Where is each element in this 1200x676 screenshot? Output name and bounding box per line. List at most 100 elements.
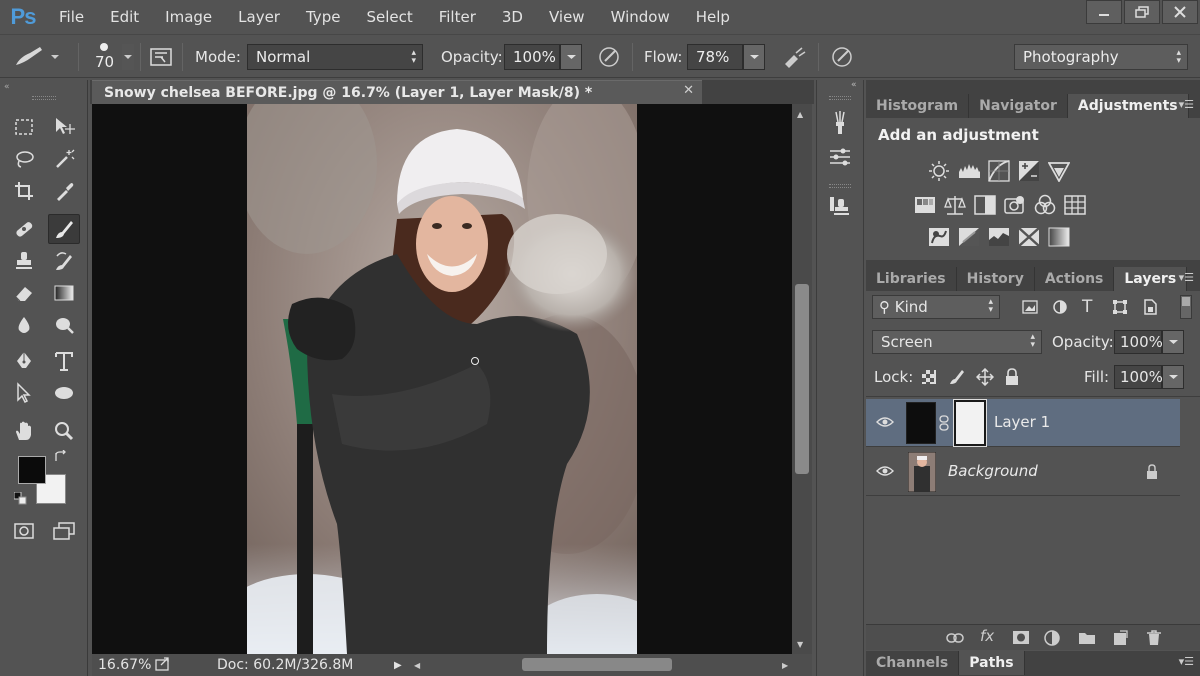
hue-saturation-icon[interactable]: [914, 194, 936, 216]
filter-pixel-icon[interactable]: [1022, 299, 1038, 319]
quick-mask-button[interactable]: [8, 516, 40, 546]
new-group-icon[interactable]: [1078, 630, 1096, 645]
exposure-icon[interactable]: [1018, 160, 1040, 182]
black-white-icon[interactable]: [974, 194, 996, 216]
clone-source-button[interactable]: [823, 192, 857, 222]
mode-select[interactable]: Normal ▴ ▾: [247, 44, 423, 70]
menu-select[interactable]: Select: [353, 0, 425, 34]
brush-tool[interactable]: [48, 214, 80, 244]
status-menu-arrow-icon[interactable]: ▶: [394, 660, 402, 671]
opacity-input[interactable]: 100%: [504, 44, 560, 70]
workspace-switcher[interactable]: Photography ▴ ▾: [1014, 44, 1188, 70]
filter-shape-icon[interactable]: [1112, 299, 1128, 319]
ellipse-tool[interactable]: [48, 378, 80, 408]
layer-opacity-dropdown[interactable]: [1162, 330, 1184, 354]
zoom-tool[interactable]: [48, 416, 80, 446]
dock-grip-2[interactable]: [829, 184, 851, 188]
menu-help[interactable]: Help: [683, 0, 743, 34]
foreground-color-swatch-top[interactable]: [18, 456, 46, 484]
add-mask-icon[interactable]: [1012, 630, 1030, 645]
dodge-tool[interactable]: [48, 310, 80, 340]
photo-filter-icon[interactable]: [1004, 194, 1026, 216]
close-tab-icon[interactable]: ✕: [683, 83, 694, 98]
tab-layers[interactable]: Layers: [1114, 267, 1188, 291]
layer-filter-kind[interactable]: ⚲ Kind ▴ ▾: [872, 295, 1000, 319]
panel-menu-icon[interactable]: ▾☰: [1179, 271, 1194, 284]
horizontal-scroll-thumb[interactable]: [522, 658, 672, 671]
lasso-tool[interactable]: [8, 144, 40, 174]
hand-tool[interactable]: [8, 416, 40, 446]
vertical-scrollbar[interactable]: ▲ ▼: [792, 104, 812, 654]
mask-link-icon[interactable]: [939, 415, 949, 435]
gradient-tool[interactable]: [48, 278, 80, 308]
tab-paths[interactable]: Paths: [959, 651, 1025, 675]
brush-size-dropdown[interactable]: [122, 44, 134, 70]
export-icon[interactable]: [155, 657, 171, 675]
brush-size-picker[interactable]: 70: [86, 41, 122, 73]
panel-menu-icon[interactable]: ▾☰: [1179, 98, 1194, 111]
scroll-left-icon[interactable]: ◀: [414, 661, 420, 670]
marquee-tool[interactable]: [8, 112, 40, 142]
menu-layer[interactable]: Layer: [225, 0, 293, 34]
crop-tool[interactable]: [8, 176, 40, 206]
menu-file[interactable]: File: [46, 0, 97, 34]
close-window-button[interactable]: [1162, 0, 1198, 24]
opacity-dropdown[interactable]: [560, 44, 582, 70]
posterize-icon[interactable]: [958, 226, 980, 248]
tab-actions[interactable]: Actions: [1035, 267, 1115, 291]
pen-tool[interactable]: [8, 346, 40, 376]
color-balance-icon[interactable]: [944, 194, 966, 216]
layer-row-layer-1[interactable]: Layer 1: [866, 399, 1180, 447]
tab-adjustments[interactable]: Adjustments: [1067, 94, 1189, 118]
zoom-level[interactable]: 16.67%: [98, 657, 151, 673]
brush-presets-button[interactable]: [823, 108, 857, 138]
tab-libraries[interactable]: Libraries: [866, 267, 957, 291]
menu-type[interactable]: Type: [293, 0, 353, 34]
levels-icon[interactable]: [958, 160, 980, 182]
filter-adjustment-icon[interactable]: [1052, 299, 1068, 319]
layer-style-fx-icon[interactable]: fx: [980, 627, 994, 645]
default-colors-icon[interactable]: [13, 491, 28, 510]
curves-icon[interactable]: [988, 160, 1010, 182]
flow-dropdown[interactable]: [743, 44, 765, 70]
magic-wand-tool[interactable]: [48, 144, 80, 174]
dock-grip[interactable]: [829, 96, 851, 100]
scroll-up-icon[interactable]: ▲: [797, 110, 803, 119]
new-layer-icon[interactable]: [1112, 630, 1128, 646]
clone-stamp-tool[interactable]: [8, 246, 40, 276]
expand-panels-icon[interactable]: «: [851, 80, 857, 90]
blend-mode-select[interactable]: Screen ▴ ▾: [872, 330, 1042, 354]
gradient-map-icon[interactable]: [1048, 226, 1070, 248]
restore-button[interactable]: [1124, 0, 1160, 24]
brightness-icon[interactable]: [928, 160, 950, 182]
trash-icon[interactable]: [1146, 629, 1162, 646]
lock-pixels-icon[interactable]: [948, 368, 966, 390]
history-brush-tool[interactable]: [48, 246, 80, 276]
menu-window[interactable]: Window: [598, 0, 683, 34]
minimize-button[interactable]: [1086, 0, 1122, 24]
airbrush-button[interactable]: [780, 35, 808, 79]
document-canvas[interactable]: [92, 104, 792, 654]
tab-history[interactable]: History: [957, 267, 1035, 291]
vertical-scroll-thumb[interactable]: [795, 284, 809, 474]
menu-edit[interactable]: Edit: [97, 0, 152, 34]
color-lookup-icon[interactable]: [1064, 194, 1086, 216]
scroll-down-icon[interactable]: ▼: [797, 640, 803, 649]
filter-smart-object-icon[interactable]: [1142, 299, 1158, 319]
tab-channels[interactable]: Channels: [866, 651, 960, 675]
path-selection-tool[interactable]: [8, 378, 40, 408]
panel-menu-icon[interactable]: ▾☰: [1179, 655, 1194, 668]
layer-mask-thumbnail[interactable]: [953, 399, 987, 447]
visibility-eye-icon[interactable]: [876, 415, 894, 429]
brush-settings-button[interactable]: [823, 142, 857, 172]
threshold-icon[interactable]: [988, 226, 1010, 248]
layer-opacity-input[interactable]: 100%: [1114, 330, 1163, 354]
toolbox-grip[interactable]: [32, 96, 56, 100]
document-tab[interactable]: Snowy chelsea BEFORE.jpg @ 16.7% (Layer …: [92, 80, 702, 104]
fill-input[interactable]: 100%: [1114, 365, 1163, 389]
type-tool[interactable]: [48, 346, 80, 376]
eraser-tool[interactable]: [8, 278, 40, 308]
filter-type-icon[interactable]: T: [1082, 297, 1092, 317]
menu-3d[interactable]: 3D: [489, 0, 536, 34]
collapse-icon[interactable]: «: [4, 82, 10, 92]
